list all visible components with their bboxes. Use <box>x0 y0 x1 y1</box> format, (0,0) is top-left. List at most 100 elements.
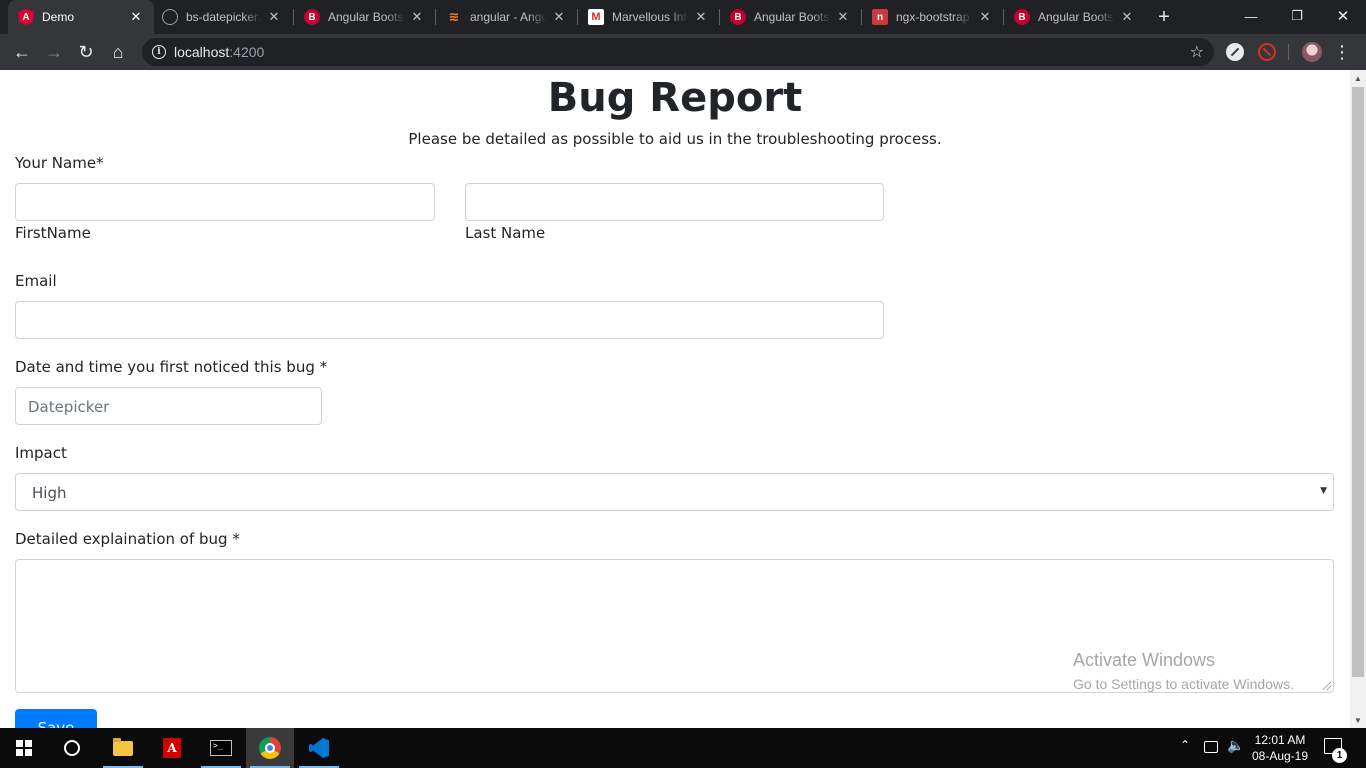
gmail-icon: M <box>588 9 604 25</box>
profile-avatar[interactable] <box>1302 42 1322 62</box>
tab-angular-stackoverflow[interactable]: ≋ angular - Angu ✕ <box>436 0 577 34</box>
vscode-icon <box>309 738 329 758</box>
name-label: Your Name* <box>15 154 104 172</box>
taskbar-acrobat[interactable]: A <box>148 728 196 768</box>
forward-button[interactable]: → <box>40 38 68 66</box>
tab-title: Marvellous Info <box>612 10 689 24</box>
last-name-caption: Last Name <box>465 224 546 242</box>
url-host: localhost <box>174 44 230 60</box>
activate-windows-title: Activate Windows <box>1073 650 1216 670</box>
notification-count-badge: 1 <box>1332 748 1347 763</box>
clock-time: 12:01 AM <box>1254 733 1306 747</box>
bootstrap-icon: B <box>1014 9 1030 25</box>
chevron-down-icon: ▼ <box>1320 486 1327 496</box>
page-viewport: Bug Report Please be detailed as possibl… <box>0 70 1350 728</box>
close-window-button[interactable]: ✕ <box>1320 0 1366 32</box>
minimize-button[interactable]: — <box>1228 0 1274 32</box>
show-hidden-icons-chevron-icon[interactable]: ⌃ <box>1180 738 1190 752</box>
page-scrollbar[interactable]: ▲ ▼ <box>1350 70 1366 728</box>
datepicker-placeholder: Datepicker <box>28 398 110 416</box>
tab-demo[interactable]: A Demo ✕ <box>8 0 154 34</box>
page-subtitle: Please be detailed as possible to aid us… <box>408 130 942 148</box>
taskbar-chrome[interactable] <box>246 728 294 768</box>
taskbar-file-explorer[interactable] <box>99 728 147 768</box>
tab-title: Angular Bootst <box>754 10 831 24</box>
npm-icon: n <box>872 9 888 25</box>
pdf-icon: A <box>163 738 181 758</box>
chrome-icon <box>259 737 281 759</box>
activate-windows-subtitle: Go to Settings to activate Windows. <box>1073 676 1294 692</box>
date-label: Date and time you first noticed this bug… <box>15 358 328 376</box>
close-icon[interactable]: ✕ <box>835 9 851 25</box>
folder-icon <box>113 737 133 756</box>
taskbar-clock[interactable]: 12:01 AM 08-Aug-19 <box>1246 732 1314 764</box>
stackoverflow-icon: ≋ <box>448 9 460 24</box>
taskbar-terminal[interactable]: >_ <box>197 728 245 768</box>
tab-title: Angular Bootst <box>328 10 405 24</box>
browser-toolbar: ← → ↻ ⌂ i localhost:4200 ☆ ⋮ <box>0 34 1366 70</box>
save-button[interactable]: Save <box>15 709 97 728</box>
bootstrap-icon: B <box>730 9 746 25</box>
address-bar[interactable]: i localhost:4200 ☆ <box>142 38 1214 66</box>
tab-title: Angular Bootst <box>1038 10 1115 24</box>
details-textarea[interactable] <box>15 559 1334 693</box>
globe-icon <box>162 9 178 25</box>
close-icon[interactable]: ✕ <box>409 9 425 25</box>
first-name-input[interactable] <box>15 183 435 221</box>
tab-angular-bootstrap-3[interactable]: B Angular Bootst ✕ <box>1004 0 1145 34</box>
home-button[interactable]: ⌂ <box>104 38 132 66</box>
tab-title: bs-datepicker.c <box>186 10 262 24</box>
scroll-thumb[interactable] <box>1352 87 1364 677</box>
cortana-icon <box>64 740 80 756</box>
tab-angular-bootstrap-1[interactable]: B Angular Bootst ✕ <box>294 0 435 34</box>
bookmark-star-icon[interactable]: ☆ <box>1190 42 1204 62</box>
cortana-button[interactable] <box>48 728 96 768</box>
tab-title: Demo <box>42 10 75 24</box>
impact-select[interactable]: High ▼ <box>15 473 1334 511</box>
browser-tab-strip: A Demo ✕ bs-datepicker.c ✕ B Angular Boo… <box>0 0 1366 34</box>
taskbar-vscode[interactable] <box>295 728 343 768</box>
email-input[interactable] <box>15 301 884 339</box>
impact-selected-value: High <box>32 484 67 502</box>
volume-icon[interactable]: 🔈 <box>1227 737 1244 754</box>
site-info-icon[interactable]: i <box>152 45 166 59</box>
tab-bs-datepicker[interactable]: bs-datepicker.c ✕ <box>152 0 292 34</box>
extension-adblock-icon[interactable] <box>1258 43 1276 61</box>
last-name-input[interactable] <box>465 183 884 221</box>
close-icon[interactable]: ✕ <box>977 9 993 25</box>
close-icon[interactable]: ✕ <box>128 9 144 25</box>
reload-button[interactable]: ↻ <box>72 38 100 66</box>
back-button[interactable]: ← <box>8 38 36 66</box>
new-tab-button[interactable]: + <box>1152 5 1176 29</box>
url-port: :4200 <box>229 44 265 60</box>
chrome-menu-icon[interactable]: ⋮ <box>1333 42 1351 62</box>
scroll-down-arrow-icon[interactable]: ▼ <box>1350 712 1366 728</box>
tab-ngx-bootstrap[interactable]: n ngx-bootstrap ✕ <box>862 0 1003 34</box>
page-title: Bug Report <box>547 75 803 121</box>
tab-title: ngx-bootstrap <box>896 10 970 24</box>
first-name-caption: FirstName <box>15 224 91 242</box>
terminal-icon: >_ <box>210 740 232 756</box>
toolbar-divider <box>1288 44 1289 60</box>
close-icon[interactable]: ✕ <box>266 9 282 25</box>
windows-logo-icon <box>16 740 32 756</box>
angular-icon: A <box>18 9 34 25</box>
datepicker-input[interactable]: Datepicker <box>15 387 322 425</box>
email-label: Email <box>15 272 57 290</box>
close-icon[interactable]: ✕ <box>1119 9 1135 25</box>
extension-block-icon[interactable] <box>1226 43 1244 61</box>
scroll-up-arrow-icon[interactable]: ▲ <box>1350 70 1366 86</box>
details-label: Detailed explaination of bug * <box>15 530 240 548</box>
restore-button[interactable]: ❐ <box>1274 0 1320 32</box>
clock-date: 08-Aug-19 <box>1251 749 1309 763</box>
bootstrap-icon: B <box>304 9 320 25</box>
close-icon[interactable]: ✕ <box>551 9 567 25</box>
tab-marvellous[interactable]: M Marvellous Info ✕ <box>578 0 719 34</box>
close-icon[interactable]: ✕ <box>693 9 709 25</box>
start-button[interactable] <box>0 728 48 768</box>
network-icon[interactable] <box>1204 741 1218 753</box>
tab-title: angular - Angu <box>470 10 547 24</box>
tab-angular-bootstrap-2[interactable]: B Angular Bootst ✕ <box>720 0 861 34</box>
resize-handle-icon[interactable] <box>1323 682 1331 690</box>
windows-taskbar: A >_ ⌃ 🔈 12:01 AM 08-Aug-19 1 <box>0 728 1366 768</box>
